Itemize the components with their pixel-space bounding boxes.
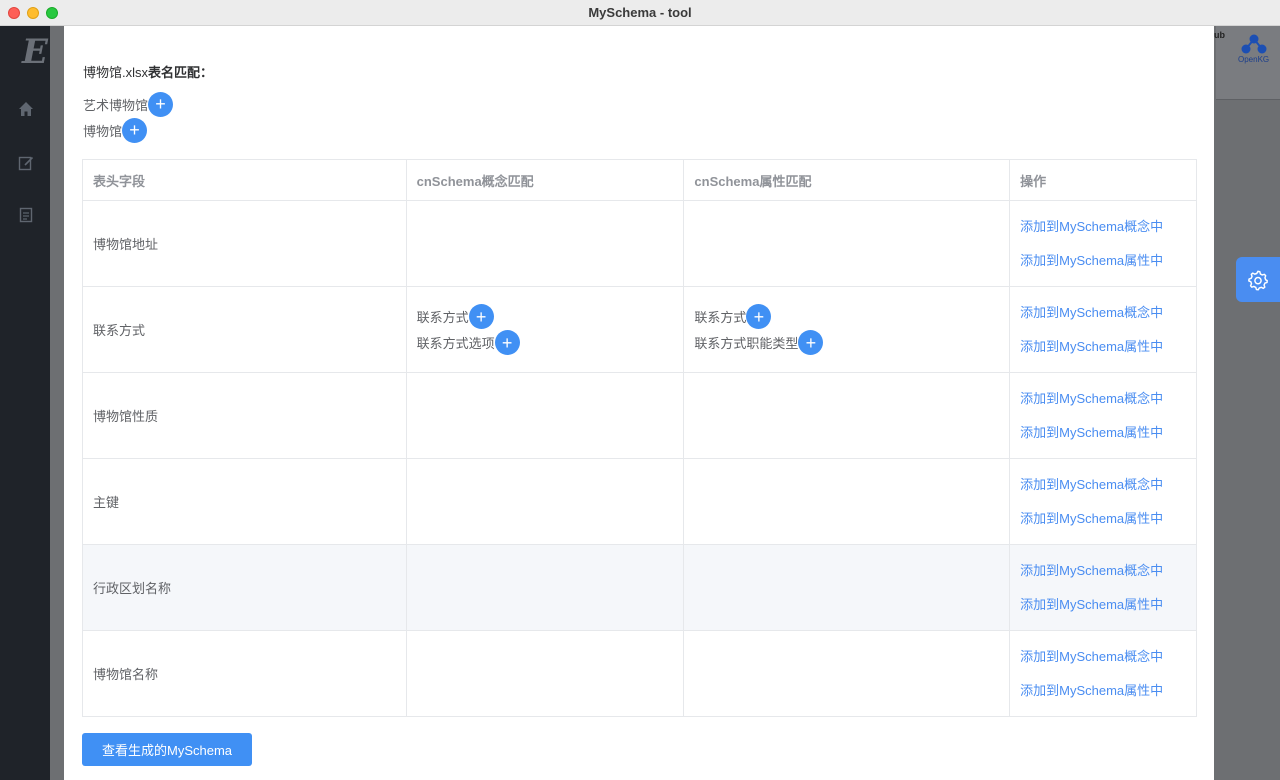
action-cell: 添加到MySchema概念中 添加到MySchema属性中	[1009, 372, 1197, 459]
concept-match-text: 联系方式	[416, 310, 469, 325]
add-to-concept-link[interactable]: 添加到MySchema概念中	[1020, 210, 1186, 244]
view-generated-myschema-button[interactable]: 查看生成的MySchema	[82, 733, 252, 766]
concept-match-item: 联系方式选项 +	[417, 330, 674, 356]
property-match-item: 联系方式职能类型 +	[694, 330, 999, 356]
concept-cell: 联系方式 + 联系方式选项 +	[405, 286, 685, 373]
action-cell: 添加到MySchema概念中 添加到MySchema属性中	[1009, 544, 1197, 631]
home-icon[interactable]	[17, 100, 35, 118]
add-to-property-link[interactable]: 添加到MySchema属性中	[1020, 588, 1186, 622]
concept-cell	[405, 372, 685, 459]
property-cell	[683, 458, 1011, 545]
column-header-field: 表头字段	[82, 159, 407, 201]
column-header-property: cnSchema属性匹配	[683, 159, 1011, 201]
column-header-concept: cnSchema概念匹配	[405, 159, 685, 201]
header-right-text: ub	[1214, 30, 1225, 40]
add-to-concept-link[interactable]: 添加到MySchema概念中	[1020, 640, 1186, 674]
settings-button[interactable]	[1236, 257, 1280, 302]
table-name-match-text: 博物馆	[83, 123, 123, 139]
column-header-action: 操作	[1009, 159, 1197, 201]
field-cell: 联系方式	[82, 286, 407, 373]
table-row: 博物馆性质 添加到MySchema概念中 添加到MySchema属性中	[82, 372, 1197, 459]
concept-match-text: 联系方式选项	[416, 336, 495, 351]
add-to-concept-link[interactable]: 添加到MySchema概念中	[1020, 554, 1186, 588]
property-cell	[683, 200, 1011, 287]
property-cell	[683, 544, 1011, 631]
field-cell: 行政区划名称	[82, 544, 407, 631]
add-table-name-button[interactable]: +	[122, 117, 148, 143]
document-icon[interactable]	[17, 206, 35, 224]
concept-cell	[405, 200, 685, 287]
table-header-row: 表头字段 cnSchema概念匹配 cnSchema属性匹配 操作	[82, 159, 1197, 201]
gear-icon	[1248, 270, 1268, 290]
add-property-button[interactable]: +	[798, 330, 824, 355]
action-cell: 添加到MySchema概念中 添加到MySchema属性中	[1009, 286, 1197, 373]
action-cell: 添加到MySchema概念中 添加到MySchema属性中	[1009, 630, 1197, 717]
table-row: 主键 添加到MySchema概念中 添加到MySchema属性中	[82, 458, 1197, 545]
concept-cell	[405, 630, 685, 717]
window-titlebar: MySchema - tool	[0, 0, 1280, 26]
field-cell: 博物馆名称	[82, 630, 407, 717]
property-match-text: 联系方式职能类型	[694, 336, 799, 351]
edit-icon[interactable]	[17, 154, 35, 172]
app-logo: E	[22, 32, 48, 72]
table-name-match-text: 艺术博物馆	[83, 97, 149, 113]
add-concept-button[interactable]: +	[468, 304, 494, 329]
file-table-heading: 博物馆.xlsx表名匹配：	[83, 62, 213, 81]
action-cell: 添加到MySchema概念中 添加到MySchema属性中	[1009, 458, 1197, 545]
openkg-label: OpenKG	[1238, 55, 1270, 64]
field-cell: 主键	[82, 458, 407, 545]
action-cell: 添加到MySchema概念中 添加到MySchema属性中	[1009, 200, 1197, 287]
table-name-match-item: 博物馆 +	[83, 117, 148, 143]
table-name-match-label: 表名匹配：	[148, 65, 214, 80]
table-row: 联系方式 联系方式 + 联系方式选项 + 联系方式 + 联系方式职能类型 + 添…	[82, 286, 1197, 373]
add-to-property-link[interactable]: 添加到MySchema属性中	[1020, 416, 1186, 450]
add-to-property-link[interactable]: 添加到MySchema属性中	[1020, 244, 1186, 278]
field-cell: 博物馆性质	[82, 372, 407, 459]
add-to-concept-link[interactable]: 添加到MySchema概念中	[1020, 382, 1186, 416]
add-property-button[interactable]: +	[746, 304, 772, 329]
concept-match-item: 联系方式 +	[417, 304, 674, 330]
schema-match-dialog: 博物馆.xlsx表名匹配： 艺术博物馆 + 博物馆 + 表头字段 cnSchem…	[64, 26, 1214, 780]
property-match-text: 联系方式	[694, 310, 747, 325]
file-name: 博物馆.xlsx	[83, 65, 149, 80]
add-table-name-button[interactable]: +	[148, 91, 174, 117]
property-cell	[683, 630, 1011, 717]
field-match-table: 表头字段 cnSchema概念匹配 cnSchema属性匹配 操作 博物馆地址 …	[82, 159, 1197, 717]
table-row: 行政区划名称 添加到MySchema概念中 添加到MySchema属性中	[82, 544, 1197, 631]
table-name-match-item: 艺术博物馆 +	[83, 91, 174, 117]
add-to-property-link[interactable]: 添加到MySchema属性中	[1020, 330, 1186, 364]
field-cell: 博物馆地址	[82, 200, 407, 287]
add-to-concept-link[interactable]: 添加到MySchema概念中	[1020, 296, 1186, 330]
app-sidebar: E	[0, 26, 50, 780]
table-row: 博物馆名称 添加到MySchema概念中 添加到MySchema属性中	[82, 630, 1197, 717]
window-title: MySchema - tool	[588, 5, 692, 20]
add-to-concept-link[interactable]: 添加到MySchema概念中	[1020, 468, 1186, 502]
property-cell: 联系方式 + 联系方式职能类型 +	[683, 286, 1011, 373]
add-to-property-link[interactable]: 添加到MySchema属性中	[1020, 674, 1186, 708]
property-match-item: 联系方式 +	[694, 304, 999, 330]
add-to-property-link[interactable]: 添加到MySchema属性中	[1020, 502, 1186, 536]
table-row: 博物馆地址 添加到MySchema概念中 添加到MySchema属性中	[82, 200, 1197, 287]
property-cell	[683, 372, 1011, 459]
add-concept-button[interactable]: +	[494, 330, 520, 355]
concept-cell	[405, 458, 685, 545]
concept-cell	[405, 544, 685, 631]
